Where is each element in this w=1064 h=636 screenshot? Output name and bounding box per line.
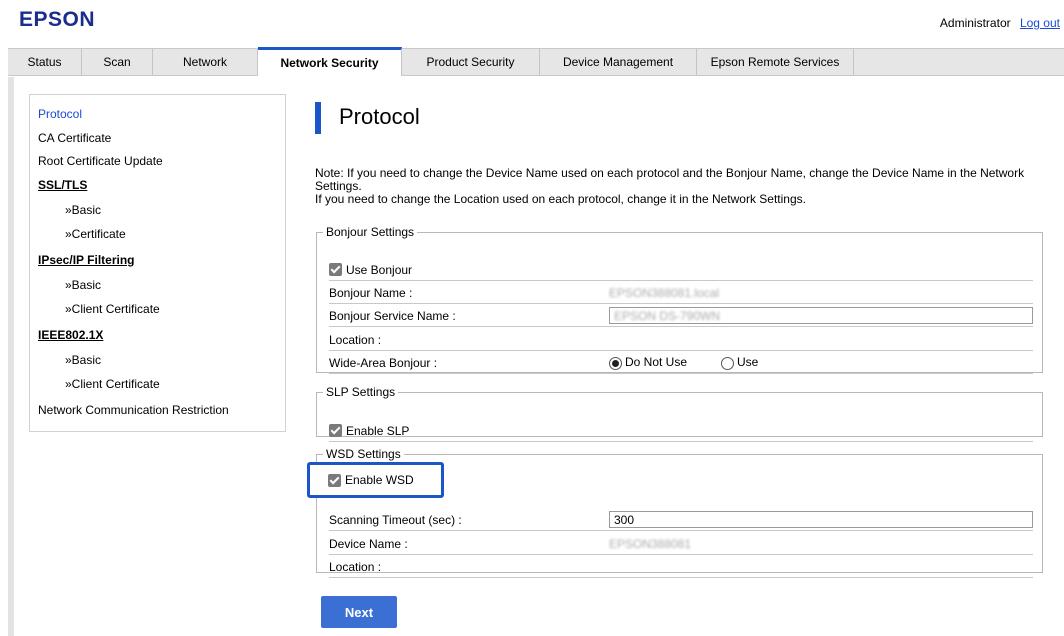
enable-slp-label: Enable SLP — [346, 423, 410, 438]
device-name-value: EPSON388081 — [609, 536, 692, 551]
wsd-location-row: Location : — [329, 556, 1033, 578]
slp-legend: SLP Settings — [326, 385, 396, 399]
note-line-1: Note: If you need to change the Device N… — [315, 166, 1025, 193]
bonjour-service-label: Bonjour Service Name : — [329, 308, 456, 323]
tab-network[interactable]: Network — [153, 49, 258, 75]
sidebar-item-ipsec[interactable]: IPsec/IP Filtering — [38, 253, 134, 267]
radio-do-not-use-label: Do Not Use — [625, 355, 688, 370]
use-bonjour-label: Use Bonjour — [346, 262, 413, 277]
sidebar-item-ssl-tls[interactable]: SSL/TLS — [38, 178, 87, 192]
wsd-legend: WSD Settings — [326, 447, 401, 461]
bonjour-settings: Bonjour Settings Use Bonjour Bonjour Nam… — [316, 225, 1043, 374]
scanning-timeout-row: Scanning Timeout (sec) : 300 — [329, 509, 1033, 531]
enable-wsd-checkbox[interactable] — [328, 473, 341, 487]
sidebar: Protocol CA Certificate Root Certificate… — [29, 94, 286, 432]
left-strip — [8, 77, 14, 636]
logout-link[interactable]: Log out — [1020, 16, 1060, 30]
sidebar-item-ieee-basic[interactable]: »Basic — [65, 353, 101, 367]
scanning-timeout-label: Scanning Timeout (sec) : — [329, 512, 462, 527]
sidebar-item-ieee-client-certificate[interactable]: »Client Certificate — [65, 377, 160, 391]
tab-status[interactable]: Status — [8, 49, 82, 75]
sidebar-item-ieee8021x[interactable]: IEEE802.1X — [38, 328, 103, 342]
scanning-timeout-input[interactable]: 300 — [609, 511, 1033, 528]
enable-slp-checkbox[interactable] — [329, 424, 342, 437]
sidebar-item-ca-certificate[interactable]: CA Certificate — [38, 131, 111, 145]
sidebar-item-ipsec-client-certificate[interactable]: »Client Certificate — [65, 302, 160, 316]
radio-use[interactable] — [721, 356, 734, 370]
use-bonjour-row[interactable]: Use Bonjour — [329, 259, 1033, 281]
sidebar-item-ssl-basic[interactable]: »Basic — [65, 203, 101, 217]
wide-area-bonjour-row: Wide-Area Bonjour : Do Not Use Use — [329, 352, 1033, 374]
scanning-timeout-value: 300 — [614, 512, 635, 527]
bonjour-name-label: Bonjour Name : — [329, 285, 413, 300]
bonjour-legend: Bonjour Settings — [326, 225, 415, 239]
next-button[interactable]: Next — [321, 596, 397, 628]
user-area: Administrator Log out — [940, 16, 1060, 30]
user-name: Administrator — [939, 16, 1011, 30]
bonjour-service-value: EPSON DS-790WN — [614, 308, 721, 323]
sidebar-item-network-communication-restriction[interactable]: Network Communication Restriction — [38, 403, 229, 417]
tab-epson-remote-services[interactable]: Epson Remote Services — [697, 49, 854, 75]
enable-slp-row[interactable]: Enable SLP — [329, 420, 1033, 442]
slp-settings: SLP Settings Enable SLP — [316, 385, 1043, 442]
tab-product-security[interactable]: Product Security — [402, 49, 540, 75]
bonjour-service-row: Bonjour Service Name : EPSON DS-790WN — [329, 305, 1033, 327]
bonjour-name-value: EPSON388081.local — [609, 285, 720, 300]
note-text: Note: If you need to change the Device N… — [315, 167, 1045, 206]
tab-scan[interactable]: Scan — [82, 49, 153, 75]
sidebar-item-protocol[interactable]: Protocol — [38, 107, 82, 121]
radio-do-not-use-option[interactable]: Do Not Use — [609, 355, 688, 370]
sidebar-item-root-certificate-update[interactable]: Root Certificate Update — [38, 154, 163, 168]
sidebar-item-ssl-certificate[interactable]: »Certificate — [65, 227, 126, 241]
tab-device-management[interactable]: Device Management — [540, 49, 697, 75]
bonjour-service-input[interactable]: EPSON DS-790WN — [609, 307, 1033, 324]
radio-use-option[interactable]: Use — [721, 355, 759, 370]
main-tabs: Status Scan Network Network Security Pro… — [8, 47, 1064, 76]
bonjour-name-row: Bonjour Name : EPSON388081.local — [329, 282, 1033, 304]
enable-wsd-label: Enable WSD — [345, 473, 414, 487]
page-title: Protocol — [339, 104, 420, 129]
radio-do-not-use[interactable] — [609, 356, 622, 370]
bonjour-location-label: Location : — [329, 332, 382, 347]
enable-wsd-highlight[interactable]: Enable WSD — [307, 462, 444, 498]
radio-use-label: Use — [737, 355, 759, 370]
sidebar-item-ipsec-basic[interactable]: »Basic — [65, 278, 101, 292]
note-line-2: If you need to change the Location used … — [315, 192, 806, 206]
device-name-row: Device Name : EPSON388081 — [329, 533, 1033, 555]
wsd-location-label: Location : — [329, 559, 382, 574]
epson-logo: EPSON — [19, 8, 96, 31]
device-name-label: Device Name : — [329, 536, 408, 551]
use-bonjour-checkbox[interactable] — [329, 263, 342, 276]
tab-network-security[interactable]: Network Security — [258, 47, 402, 76]
title-accent — [315, 102, 321, 134]
wide-area-label: Wide-Area Bonjour : — [329, 355, 438, 370]
bonjour-location-row: Location : — [329, 329, 1033, 351]
